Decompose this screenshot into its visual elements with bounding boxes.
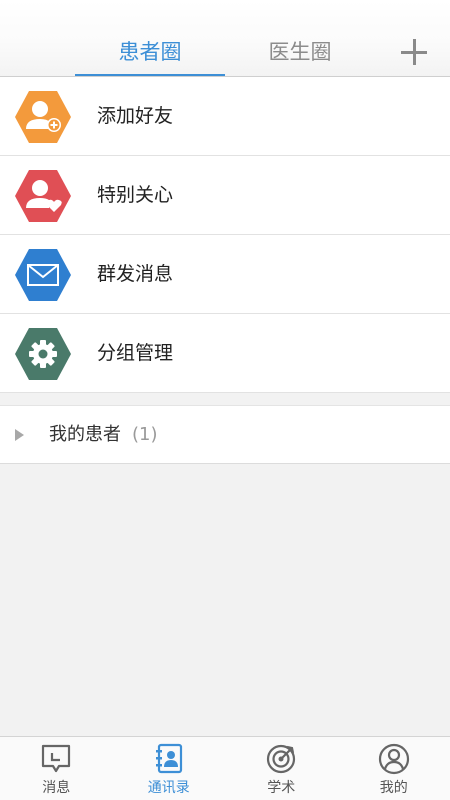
nav-label-academic: 学术: [267, 780, 296, 796]
patient-group-row[interactable]: 我的患者 (1): [0, 405, 450, 464]
academic-icon: [266, 744, 296, 774]
menu-label-add-friend: 添加好友: [97, 105, 174, 127]
special-care-icon: [15, 170, 71, 222]
group-label: 我的患者: [49, 424, 121, 445]
nav-label-contacts: 通讯录: [147, 780, 190, 796]
message-icon: [41, 744, 71, 773]
mass-message-icon: [15, 249, 71, 301]
menu-item-mass-message[interactable]: 群发消息: [0, 235, 450, 314]
nav-label-messages: 消息: [42, 780, 71, 796]
nav-item-profile[interactable]: 我的: [338, 737, 450, 800]
plus-icon[interactable]: [401, 39, 427, 65]
tab-patient-circle[interactable]: 患者圈: [75, 36, 225, 76]
group-count: (1): [132, 424, 158, 445]
menu-item-special-care[interactable]: 特别关心: [0, 156, 450, 235]
group-settings-icon: [15, 328, 71, 380]
bottom-nav: 消息 通讯录 学术 我的: [0, 736, 450, 800]
expand-arrow-icon[interactable]: [15, 429, 24, 441]
contacts-icon: [155, 743, 182, 774]
menu-item-group-settings[interactable]: 分组管理: [0, 314, 450, 393]
contacts-menu: 添加好友 特别关心 群发消息 分组管理: [0, 77, 450, 393]
nav-item-contacts[interactable]: 通讯录: [113, 737, 226, 800]
nav-item-messages[interactable]: 消息: [0, 737, 113, 800]
top-bar: 患者圈 医生圈: [0, 0, 450, 77]
nav-label-profile: 我的: [379, 780, 408, 796]
nav-item-academic[interactable]: 学术: [225, 737, 338, 800]
tab-doctor-circle[interactable]: 医生圈: [225, 36, 375, 76]
menu-label-special-care: 特别关心: [97, 184, 174, 206]
menu-label-group-settings: 分组管理: [97, 342, 174, 364]
menu-label-mass-message: 群发消息: [97, 263, 174, 285]
menu-item-add-friend[interactable]: 添加好友: [0, 77, 450, 156]
profile-icon: [378, 743, 409, 775]
add-friend-icon: [15, 91, 71, 143]
